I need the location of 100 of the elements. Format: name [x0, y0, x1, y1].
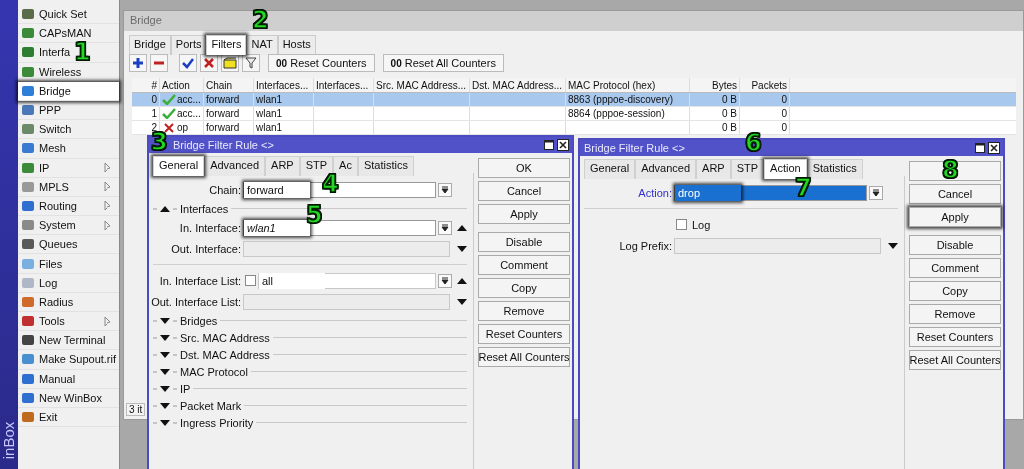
dropdown-button[interactable] [438, 220, 452, 235]
remove-button[interactable] [150, 54, 168, 72]
tab[interactable]: Advanced [204, 156, 266, 176]
up-arrow-icon[interactable] [457, 223, 467, 232]
dialog-button[interactable]: Reset All Counters [909, 350, 1001, 370]
close-icon[interactable] [557, 139, 569, 151]
dialog-button[interactable]: Copy [909, 281, 1001, 301]
up-arrow-icon[interactable] [457, 276, 467, 285]
sidebar-item[interactable]: Switch [18, 120, 119, 140]
tab[interactable]: STP [730, 159, 765, 179]
dialog-button[interactable]: OK [478, 158, 570, 178]
column-header[interactable]: Packets [740, 78, 790, 92]
sidebar-item[interactable]: Make Supout.rif [18, 350, 119, 370]
column-header[interactable]: Dst. MAC Address... [470, 78, 566, 92]
dialog-button[interactable]: Cancel [909, 184, 1001, 204]
section-header[interactable]: Src. MAC Address [180, 331, 270, 344]
expand-arrow-icon[interactable] [153, 316, 177, 325]
tab[interactable]: Ports [170, 35, 207, 55]
tab[interactable]: Hosts [277, 35, 316, 55]
column-header[interactable]: # [132, 78, 160, 92]
section-header[interactable]: MAC Protocol [180, 365, 248, 378]
sidebar-item[interactable]: Routing [18, 196, 119, 217]
tab[interactable]: General [153, 156, 205, 176]
sidebar-item[interactable]: System [18, 216, 119, 236]
dialog-button[interactable]: Apply [909, 207, 1001, 227]
tab[interactable]: Filters [206, 35, 247, 55]
disable-button[interactable] [200, 54, 218, 72]
reset-counters-button[interactable]: 00 Reset All Counters [382, 54, 504, 72]
section-header[interactable]: IP [180, 382, 191, 395]
column-header[interactable]: Bytes [690, 78, 740, 92]
tab[interactable]: ARP [696, 159, 731, 179]
expand-arrow-icon[interactable] [153, 367, 177, 376]
dialog-button[interactable]: Cancel [478, 181, 570, 201]
dropdown-button[interactable] [869, 185, 883, 200]
filter-button[interactable] [242, 54, 260, 72]
expand-arrow-icon[interactable] [153, 384, 177, 393]
tab[interactable]: ARP [265, 156, 300, 176]
table-row[interactable]: 0 acc... forward wlan1 8863 (pppoe-discovery) 0 B 0 [132, 93, 1016, 107]
expand-arrow-icon[interactable] [153, 333, 177, 342]
dialog-button[interactable]: Disable [478, 232, 570, 252]
sidebar-item[interactable]: PPP [18, 100, 119, 121]
sidebar-item[interactable]: Manual [18, 369, 119, 389]
sidebar-item[interactable]: Wireless [18, 62, 119, 82]
sidebar-item[interactable]: IP [18, 158, 119, 178]
tab[interactable]: Statistics [357, 156, 414, 176]
sidebar-item[interactable]: Files [18, 254, 119, 274]
dialog-button[interactable]: Comment [478, 255, 570, 275]
column-header[interactable]: Src. MAC Address... [374, 78, 470, 92]
dialog-button[interactable]: Remove [478, 301, 570, 321]
section-header[interactable]: Dst. MAC Address [180, 348, 270, 361]
collapse-arrow-icon[interactable] [153, 204, 177, 213]
section-header[interactable]: Ingress Priority [180, 416, 254, 429]
dialog-button[interactable]: Comment [909, 258, 1001, 278]
sidebar-item[interactable]: Exit [18, 407, 119, 428]
dialog-button[interactable]: Copy [478, 278, 570, 298]
sidebar-item[interactable]: Tools [18, 312, 119, 332]
column-header[interactable]: Action [160, 78, 204, 92]
dropdown-button[interactable] [438, 182, 452, 197]
enable-button[interactable] [179, 54, 197, 72]
sidebar-item[interactable]: Log [18, 273, 119, 293]
dialog-button[interactable]: Reset Counters [478, 324, 570, 344]
sidebar-item[interactable]: Mesh [18, 139, 119, 159]
sidebar-item[interactable]: MPLS [18, 177, 119, 197]
tab[interactable]: General [584, 159, 636, 179]
tab[interactable]: Statistics [806, 159, 863, 179]
reset-counters-button[interactable]: 00 Reset Counters [268, 54, 375, 72]
column-header[interactable]: Interfaces... [314, 78, 374, 92]
expand-arrow-icon[interactable] [153, 418, 177, 427]
dropdown-button[interactable] [438, 273, 452, 288]
dialog-button[interactable]: Reset All Counters [478, 347, 570, 367]
section-header[interactable]: Interfaces [180, 202, 229, 215]
select-field[interactable]: all [258, 272, 436, 289]
sidebar-item[interactable]: Quick Set [18, 5, 119, 25]
expand-arrow-icon[interactable] [153, 401, 177, 410]
dialog-button[interactable]: Disable [909, 235, 1001, 255]
tab[interactable]: Bridge [129, 35, 171, 55]
column-header[interactable]: MAC Protocol (hex) [566, 78, 690, 92]
tab[interactable]: Action [764, 159, 807, 179]
tab[interactable]: NAT [246, 35, 278, 55]
column-header[interactable]: Interfaces... [254, 78, 314, 92]
section-header[interactable]: Bridges [180, 314, 218, 327]
sidebar-item[interactable]: Queues [18, 235, 119, 255]
maximize-icon[interactable] [543, 139, 555, 151]
section-header[interactable]: Packet Mark [180, 399, 242, 412]
table-row[interactable]: 1 acc... forward wlan1 8864 (pppoe-session) 0 B 0 [132, 107, 1016, 121]
dialog-button[interactable] [909, 161, 1001, 181]
dialog-button[interactable]: Apply [478, 204, 570, 224]
dialog-button[interactable]: Reset Counters [909, 327, 1001, 347]
column-header[interactable]: Chain [204, 78, 254, 92]
dialog-button[interactable]: Remove [909, 304, 1001, 324]
sidebar-item[interactable]: Radius [18, 292, 119, 312]
tab[interactable]: Advanced [635, 159, 697, 179]
expand-arrow-icon[interactable] [153, 350, 177, 359]
checkbox[interactable] [676, 219, 687, 230]
add-button[interactable] [129, 54, 147, 72]
sidebar-item[interactable]: New WinBox [18, 388, 119, 408]
maximize-icon[interactable] [974, 142, 986, 154]
close-icon[interactable] [988, 142, 1000, 154]
sidebar-item[interactable]: New Terminal [18, 331, 119, 351]
checkbox[interactable] [245, 275, 256, 286]
